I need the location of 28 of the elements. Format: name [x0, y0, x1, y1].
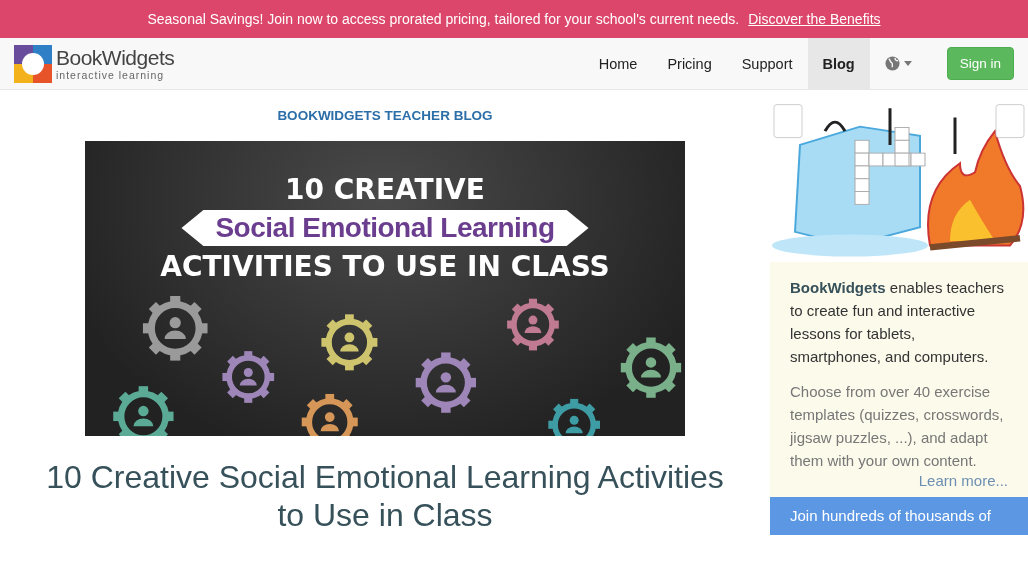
gear-icon [548, 398, 600, 436]
hero-text: 10 CREATIVE [285, 173, 485, 206]
join-text: Join hundreds of thousands of [790, 507, 991, 524]
caret-icon [903, 61, 912, 66]
promo-link[interactable]: Discover the Benefits [748, 11, 881, 27]
article-title: 10 Creative Social Emotional Learning Activities to Use in Class [45, 458, 725, 535]
gear-icon [620, 337, 682, 398]
promo-text: Seasonal Savings! Join now to access prorated pricing, tailored for your school's current needs. [147, 11, 740, 27]
nav-link[interactable]: Support [726, 38, 808, 89]
logo-tagline: interactive learning [56, 69, 165, 81]
nav-link[interactable]: Pricing [652, 38, 727, 89]
details-text: Choose from over 40 exercise templates (quizzes, crosswords, jigsaw puzzles, ...), and adapt them with your own content. [790, 382, 1005, 471]
gear-icon [415, 352, 477, 413]
hero-ribbon: Social Emotional Learning [181, 210, 589, 246]
blog-kicker: BOOKWIDGETS TEACHER BLOG [277, 108, 493, 123]
gear-icon [301, 393, 358, 436]
nav-link[interactable]: Home [583, 38, 653, 89]
nav-link[interactable]: Blog [807, 38, 870, 89]
globe-icon [884, 56, 900, 71]
gear-icon [113, 386, 174, 436]
logo-icon [14, 44, 52, 83]
gear-icon [507, 298, 559, 351]
intro-text: BookWidgets enables teachers to create fun and interactive lessons for tablets, smartphones, and computers. [790, 278, 1006, 367]
gear-icon [222, 351, 275, 403]
hero-text: ACTIVITIES TO USE IN CLASS [160, 250, 610, 283]
logo-name: BookWidgets [56, 46, 175, 68]
gear-icon [321, 314, 378, 371]
gear-icon [142, 296, 208, 361]
